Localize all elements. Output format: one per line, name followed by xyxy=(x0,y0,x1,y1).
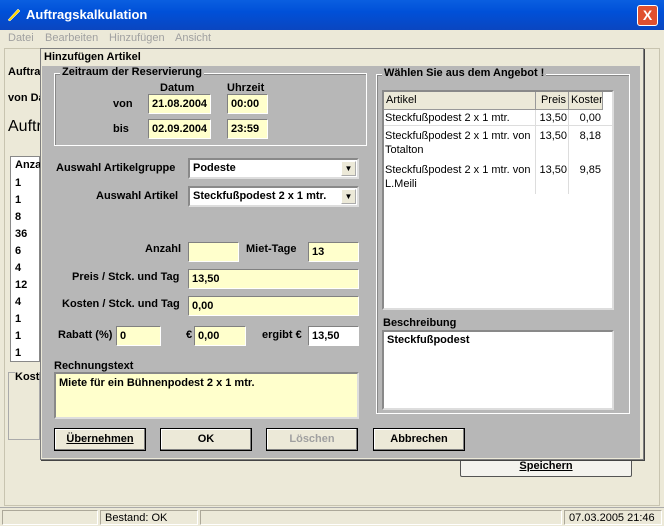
euro-field[interactable]: 0,00 xyxy=(194,326,246,346)
miettage-field[interactable]: 13 xyxy=(308,242,359,262)
background-table[interactable]: Anza 1 1 8 36 6 4 12 4 1 1 1 xyxy=(10,156,42,362)
menu-ansicht[interactable]: Ansicht xyxy=(175,32,211,44)
status-bestand: Bestand: OK xyxy=(100,510,198,525)
uebernehmen-button[interactable]: Übernehmen xyxy=(54,428,146,451)
menu-bar: Datei Bearbeiten Hinzufügen Ansicht xyxy=(0,30,664,48)
table-cell: 1 xyxy=(15,330,22,342)
table-row[interactable]: Steckfußpodest 2 x 1 mtr. 13,50 0,00 xyxy=(384,110,612,126)
artikel-select[interactable]: Steckfußpodest 2 x 1 mtr. ▼ xyxy=(188,186,359,207)
row-kosten: 8,18 xyxy=(579,130,601,142)
abbrechen-button[interactable]: Abbrechen xyxy=(373,428,465,451)
beschreibung-label: Beschreibung xyxy=(383,317,457,329)
row-preis: 13,50 xyxy=(539,130,567,142)
artikelgruppe-select[interactable]: Podeste ▼ xyxy=(188,158,359,179)
angebot-group-label: Wählen Sie aus dem Angebot ! xyxy=(382,67,547,79)
table-cell: 8 xyxy=(15,211,22,223)
von-datum-field[interactable]: 21.08.2004 xyxy=(148,94,211,114)
preis-label: Preis / Stck. und Tag xyxy=(72,271,180,283)
table-cell: 1 xyxy=(15,177,22,189)
menu-hinzufuegen[interactable]: Hinzufügen xyxy=(109,32,165,44)
table-row[interactable]: Steckfußpodest 2 x 1 mtr. von L.Meili 13… xyxy=(384,162,612,194)
datum-column-label: Datum xyxy=(160,82,195,94)
column-divider xyxy=(535,110,536,194)
table-cell: 4 xyxy=(15,296,22,308)
rechnungstext-label: Rechnungstext xyxy=(54,360,134,372)
uebernehmen-button-label: Übernehmen xyxy=(66,433,134,445)
artikelgruppe-label: Auswahl Artikelgruppe xyxy=(56,162,176,174)
bg-title: Auftr xyxy=(8,118,42,135)
column-header-kosten[interactable]: Kosten xyxy=(569,92,603,110)
chevron-down-icon[interactable]: ▼ xyxy=(341,189,356,204)
anzahl-field[interactable] xyxy=(188,242,239,262)
table-cell: 1 xyxy=(15,194,22,206)
preis-field[interactable]: 13,50 xyxy=(188,269,359,289)
row-artikel: Steckfußpodest 2 x 1 mtr. von Totalton xyxy=(385,130,531,156)
table-cell: 12 xyxy=(15,279,28,291)
app-icon xyxy=(7,8,21,22)
von-uhrzeit-field[interactable]: 00:00 xyxy=(227,94,268,114)
row-kosten: 0,00 xyxy=(579,112,601,124)
status-bar: Bestand: OK 07.03.2005 21:46 xyxy=(0,507,664,526)
ok-button[interactable]: OK xyxy=(160,428,252,451)
row-artikel: Steckfußpodest 2 x 1 mtr. xyxy=(385,112,510,124)
table-cell: 36 xyxy=(15,228,28,240)
bis-datum-field[interactable]: 02.09.2004 xyxy=(148,119,211,139)
artikelgruppe-value: Podeste xyxy=(193,162,236,174)
ergibt-field: 13,50 xyxy=(308,326,359,346)
table-cell: 4 xyxy=(15,262,22,274)
rabatt-field[interactable]: 0 xyxy=(116,326,161,346)
row-preis: 13,50 xyxy=(539,112,567,124)
status-datetime: 07.03.2005 21:46 xyxy=(564,510,662,525)
row-preis: 13,50 xyxy=(539,164,567,176)
artikel-label: Auswahl Artikel xyxy=(96,190,179,202)
rabatt-label: Rabatt (%) xyxy=(58,329,113,341)
ergibt-label: ergibt € xyxy=(262,329,302,341)
menu-datei[interactable]: Datei xyxy=(8,32,34,44)
column-header-preis[interactable]: Preis xyxy=(536,92,569,110)
row-artikel: Steckfußpodest 2 x 1 mtr. von L.Meili xyxy=(385,164,531,190)
rechnungstext-field[interactable]: Miete für ein Bühnenpodest 2 x 1 mtr. xyxy=(54,372,359,419)
status-cell-empty-2 xyxy=(200,510,562,525)
status-cell-empty xyxy=(2,510,98,525)
column-divider xyxy=(568,110,569,194)
bg-costs-group: Kost xyxy=(8,371,40,440)
kosten-label: Kosten / Stck. und Tag xyxy=(62,298,180,310)
bis-label: bis xyxy=(113,123,129,135)
euro-label: € xyxy=(186,329,193,341)
table-header: Anza xyxy=(15,159,42,171)
artikel-value: Steckfußpodest 2 x 1 mtr. xyxy=(193,190,327,202)
anzahl-label: Anzahl xyxy=(145,243,182,255)
window-title: Auftragskalkulation xyxy=(26,7,148,22)
row-kosten: 9,85 xyxy=(579,164,601,176)
kosten-field[interactable]: 0,00 xyxy=(188,296,359,316)
column-header-artikel[interactable]: Artikel xyxy=(384,92,536,110)
title-bar: Auftragskalkulation xyxy=(0,0,664,30)
bg-costs-label: Kost xyxy=(15,371,40,383)
angebot-table[interactable]: Artikel Preis Kosten Steckfußpodest 2 x … xyxy=(382,90,614,310)
close-button[interactable]: X xyxy=(637,5,658,26)
beschreibung-field[interactable]: Steckfußpodest xyxy=(382,330,614,410)
table-cell: 1 xyxy=(15,347,22,359)
chevron-down-icon[interactable]: ▼ xyxy=(341,161,356,176)
von-label: von xyxy=(113,98,133,110)
period-group-label: Zeitraum der Reservierung xyxy=(60,66,204,78)
table-row[interactable]: Steckfußpodest 2 x 1 mtr. von Totalton 1… xyxy=(384,128,612,160)
loeschen-button[interactable]: Löschen xyxy=(266,428,358,451)
bg-label-auftrag: Auftra xyxy=(8,66,41,78)
table-cell: 1 xyxy=(15,313,22,325)
dialog-title: Hinzufügen Artikel xyxy=(44,51,141,63)
menu-bearbeiten[interactable]: Bearbeiten xyxy=(45,32,98,44)
bis-uhrzeit-field[interactable]: 23:59 xyxy=(227,119,268,139)
uhrzeit-column-label: Uhrzeit xyxy=(227,82,265,94)
table-cell: 6 xyxy=(15,245,22,257)
miettage-label: Miet-Tage xyxy=(246,243,297,255)
